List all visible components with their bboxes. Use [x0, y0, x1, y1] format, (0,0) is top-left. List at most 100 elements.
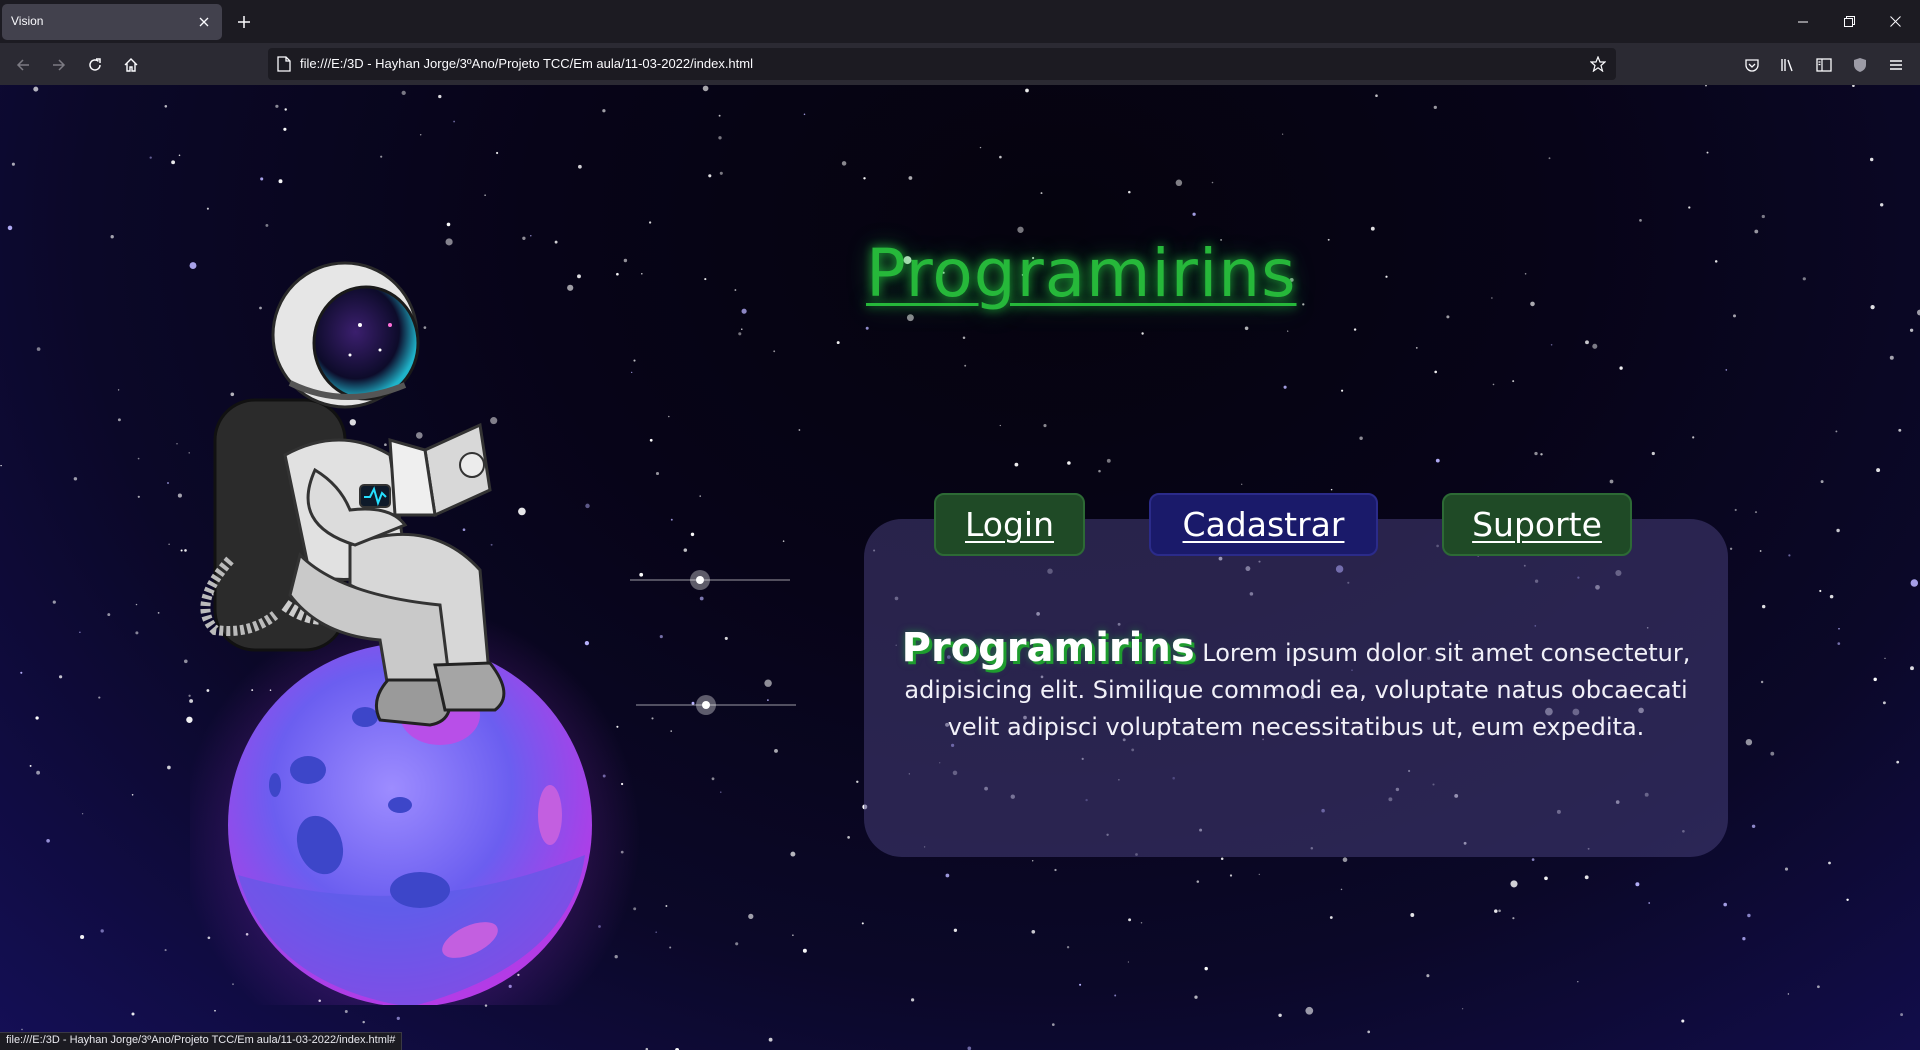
- support-button[interactable]: Suporte: [1442, 493, 1632, 556]
- star: [1540, 453, 1543, 456]
- browser-tab[interactable]: Vision: [2, 4, 222, 40]
- close-icon[interactable]: [194, 12, 214, 32]
- star: [659, 635, 663, 639]
- star: [773, 350, 776, 353]
- star: [719, 171, 723, 175]
- page-title[interactable]: Programirins: [866, 235, 1297, 312]
- star: [967, 1046, 972, 1050]
- forward-icon[interactable]: [45, 51, 73, 79]
- star: [738, 332, 742, 336]
- star: [1229, 874, 1233, 877]
- library-icon[interactable]: [1774, 51, 1802, 79]
- star: [1211, 181, 1214, 184]
- menu-icon[interactable]: [1882, 51, 1910, 79]
- star: [1014, 462, 1019, 467]
- star: [1410, 913, 1415, 917]
- star: [602, 109, 606, 113]
- star: [1433, 105, 1437, 110]
- star: [651, 717, 654, 720]
- star: [1760, 680, 1764, 684]
- url-bar[interactable]: file:///E:/3D - Hayhan Jorge/3ºAno/Proje…: [268, 48, 1616, 80]
- star: [953, 928, 958, 932]
- star: [1114, 994, 1117, 997]
- back-icon[interactable]: [9, 51, 37, 79]
- star: [1530, 301, 1535, 307]
- star: [1819, 589, 1822, 593]
- bookmark-star-icon[interactable]: [1588, 54, 1608, 74]
- star: [484, 194, 486, 196]
- star: [1817, 985, 1820, 989]
- star: [1031, 929, 1036, 934]
- minimize-icon[interactable]: [1780, 0, 1826, 43]
- star: [1852, 85, 1855, 87]
- star: [178, 154, 181, 157]
- star: [1283, 385, 1287, 389]
- star: [964, 364, 967, 367]
- star: [734, 289, 737, 291]
- star: [1305, 1006, 1314, 1015]
- card-brand-title: Programirins: [901, 625, 1195, 671]
- star: [1385, 275, 1388, 278]
- star: [669, 946, 672, 949]
- star: [171, 160, 176, 165]
- star: [1761, 214, 1765, 219]
- shield-icon[interactable]: [1846, 51, 1874, 79]
- star: [1869, 157, 1874, 162]
- star: [774, 748, 778, 753]
- star: [906, 314, 914, 322]
- star: [1759, 550, 1762, 552]
- star: [836, 341, 840, 345]
- star: [214, 1009, 216, 1012]
- astronaut-illustration: [190, 261, 640, 1005]
- star: [803, 113, 806, 116]
- star: [1889, 355, 1894, 360]
- star: [1244, 326, 1249, 331]
- star: [1302, 303, 1305, 306]
- star: [1415, 347, 1418, 349]
- url-text: file:///E:/3D - Hayhan Jorge/3ºAno/Proje…: [300, 56, 753, 71]
- restore-icon[interactable]: [1826, 0, 1872, 43]
- star: [1880, 203, 1884, 207]
- star: [0, 464, 2, 467]
- star: [362, 1020, 365, 1024]
- star: [1884, 657, 1886, 659]
- star: [1196, 880, 1200, 883]
- star: [20, 671, 23, 674]
- sidebar-icon[interactable]: [1810, 51, 1838, 79]
- star: [1017, 226, 1024, 233]
- star: [344, 1010, 348, 1013]
- star: [1754, 511, 1758, 514]
- star: [1747, 913, 1751, 918]
- star: [1733, 314, 1736, 318]
- star: [1258, 873, 1260, 876]
- star: [1723, 902, 1727, 907]
- star: [741, 328, 743, 330]
- login-button[interactable]: Login: [934, 493, 1085, 556]
- star: [655, 471, 660, 476]
- plus-icon[interactable]: [232, 10, 256, 34]
- home-icon[interactable]: [117, 51, 145, 79]
- star: [1426, 974, 1430, 978]
- star: [702, 85, 709, 92]
- window-close-icon[interactable]: [1872, 0, 1918, 43]
- pocket-icon[interactable]: [1738, 51, 1766, 79]
- star: [46, 838, 50, 843]
- star: [670, 730, 672, 732]
- star: [1898, 428, 1902, 432]
- star: [962, 336, 966, 340]
- star: [137, 457, 140, 460]
- star: [1784, 867, 1789, 871]
- star: [720, 791, 722, 793]
- reload-icon[interactable]: [81, 51, 109, 79]
- star: [1025, 88, 1029, 93]
- star: [81, 813, 84, 815]
- star: [735, 942, 739, 946]
- register-button[interactable]: Cadastrar: [1149, 493, 1378, 556]
- star: [1900, 1013, 1904, 1017]
- star: [1435, 458, 1440, 463]
- star: [1054, 868, 1057, 872]
- star: [1585, 340, 1589, 345]
- star: [945, 873, 950, 878]
- star: [167, 765, 171, 770]
- star: [1787, 993, 1790, 995]
